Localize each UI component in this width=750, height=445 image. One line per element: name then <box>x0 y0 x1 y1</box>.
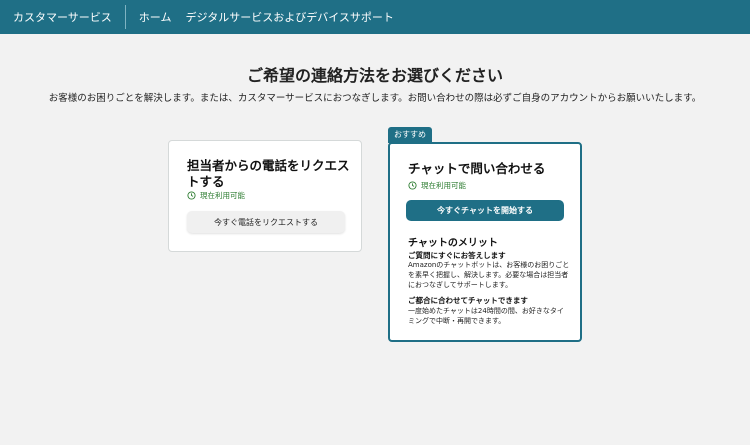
nav-home-link[interactable]: ホーム <box>126 9 172 25</box>
phone-availability-label: 現在利用可能 <box>200 191 245 200</box>
merit-body: Amazonのチャットボットは、お客様のお困りごとを素早く把握し、解決します。必… <box>408 261 570 289</box>
brand-link[interactable]: カスタマーサービス <box>0 9 125 25</box>
phone-card-title: 担当者からの電話をリクエストする <box>187 158 350 189</box>
clock-icon <box>408 181 417 190</box>
merit-heading: ご都合に合わせてチャットできます <box>408 296 528 305</box>
request-call-button[interactable]: 今すぐ電話をリクエストする <box>187 211 345 233</box>
phone-availability-status: 現在利用可能 <box>187 190 245 201</box>
chat-availability-status: 現在利用可能 <box>408 180 466 191</box>
clock-icon <box>187 191 196 200</box>
top-navigation-bar: カスタマーサービス ホーム デジタルサービスおよびデバイスサポート <box>0 0 750 34</box>
start-chat-button[interactable]: 今すぐチャットを開始する <box>406 200 564 221</box>
page-subtitle: お客様のお困りごとを解決します。または、カスタマーサービスにおつなぎします。お問… <box>48 93 702 104</box>
chat-merits-heading: チャットのメリット <box>408 238 498 249</box>
chat-card-title: チャットで問い合わせる <box>408 161 546 176</box>
nav-digital-services-link[interactable]: デジタルサービスおよびデバイスサポート <box>171 9 393 25</box>
recommended-badge: おすすめ <box>388 127 432 143</box>
chat-card: チャットで問い合わせる 現在利用可能 今すぐチャットを開始する チャットのメリッ… <box>388 142 582 342</box>
chat-availability-label: 現在利用可能 <box>421 181 466 190</box>
page-title: ご希望の連絡方法をお選びください <box>246 66 503 85</box>
merit-body: 一度始めたチャットは24時間の間、お好きなタイミングで中断・再開できます。 <box>408 307 564 325</box>
phone-request-card: 担当者からの電話をリクエストする 現在利用可能 今すぐ電話をリクエストする <box>168 140 362 252</box>
